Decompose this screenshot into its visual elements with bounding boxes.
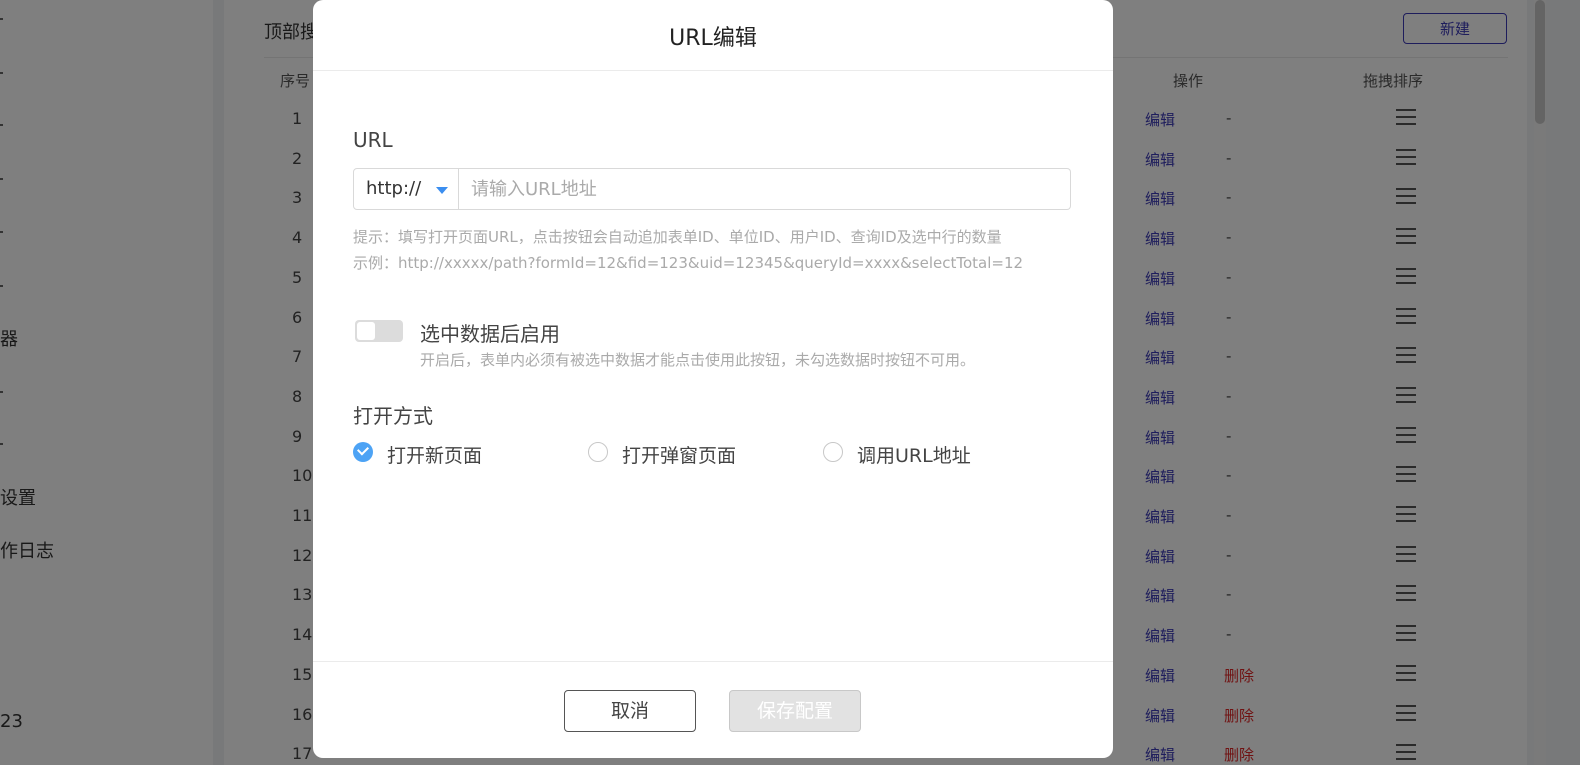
example-text: 示例：http://xxxxx/path?formId=12&fid=123&u… <box>353 254 1024 272</box>
modal-title: URL编辑 <box>669 26 757 51</box>
toggle-description: 开启后，表单内必须有被选中数据才能点击使用此按钮，未勾选数据时按钮不可用。 <box>420 351 976 369</box>
hint-text: 提示：填写打开页面URL，点击按钮会自动追加表单ID、单位ID、用户ID、查询I… <box>353 228 1002 246</box>
url-label: URL <box>353 128 393 152</box>
radio-label: 打开弹窗页面 <box>622 445 737 467</box>
caret-down-icon <box>436 187 448 194</box>
toggle-knob <box>357 322 375 340</box>
open-mode-label: 打开方式 <box>353 404 433 428</box>
protocol-value: http:// <box>366 178 422 199</box>
cancel-button[interactable]: 取消 <box>564 690 696 732</box>
footer-divider <box>313 661 1113 662</box>
url-input[interactable] <box>459 168 1071 210</box>
radio-checked-icon <box>353 442 373 462</box>
save-config-button[interactable]: 保存配置 <box>729 690 861 732</box>
enable-after-select-toggle[interactable] <box>355 320 403 342</box>
radio-label: 调用URL地址 <box>857 445 971 467</box>
radio-unchecked-icon <box>588 442 608 462</box>
toggle-label: 选中数据后启用 <box>420 322 560 346</box>
radio-label: 打开新页面 <box>387 445 483 467</box>
check-icon <box>356 443 370 456</box>
url-edit-modal: URL编辑 URL http:// 提示：填写打开页面URL，点击按钮会自动追加… <box>313 0 1113 758</box>
header-divider <box>313 70 1113 71</box>
radio-unchecked-icon <box>823 442 843 462</box>
protocol-select[interactable]: http:// <box>353 168 459 210</box>
